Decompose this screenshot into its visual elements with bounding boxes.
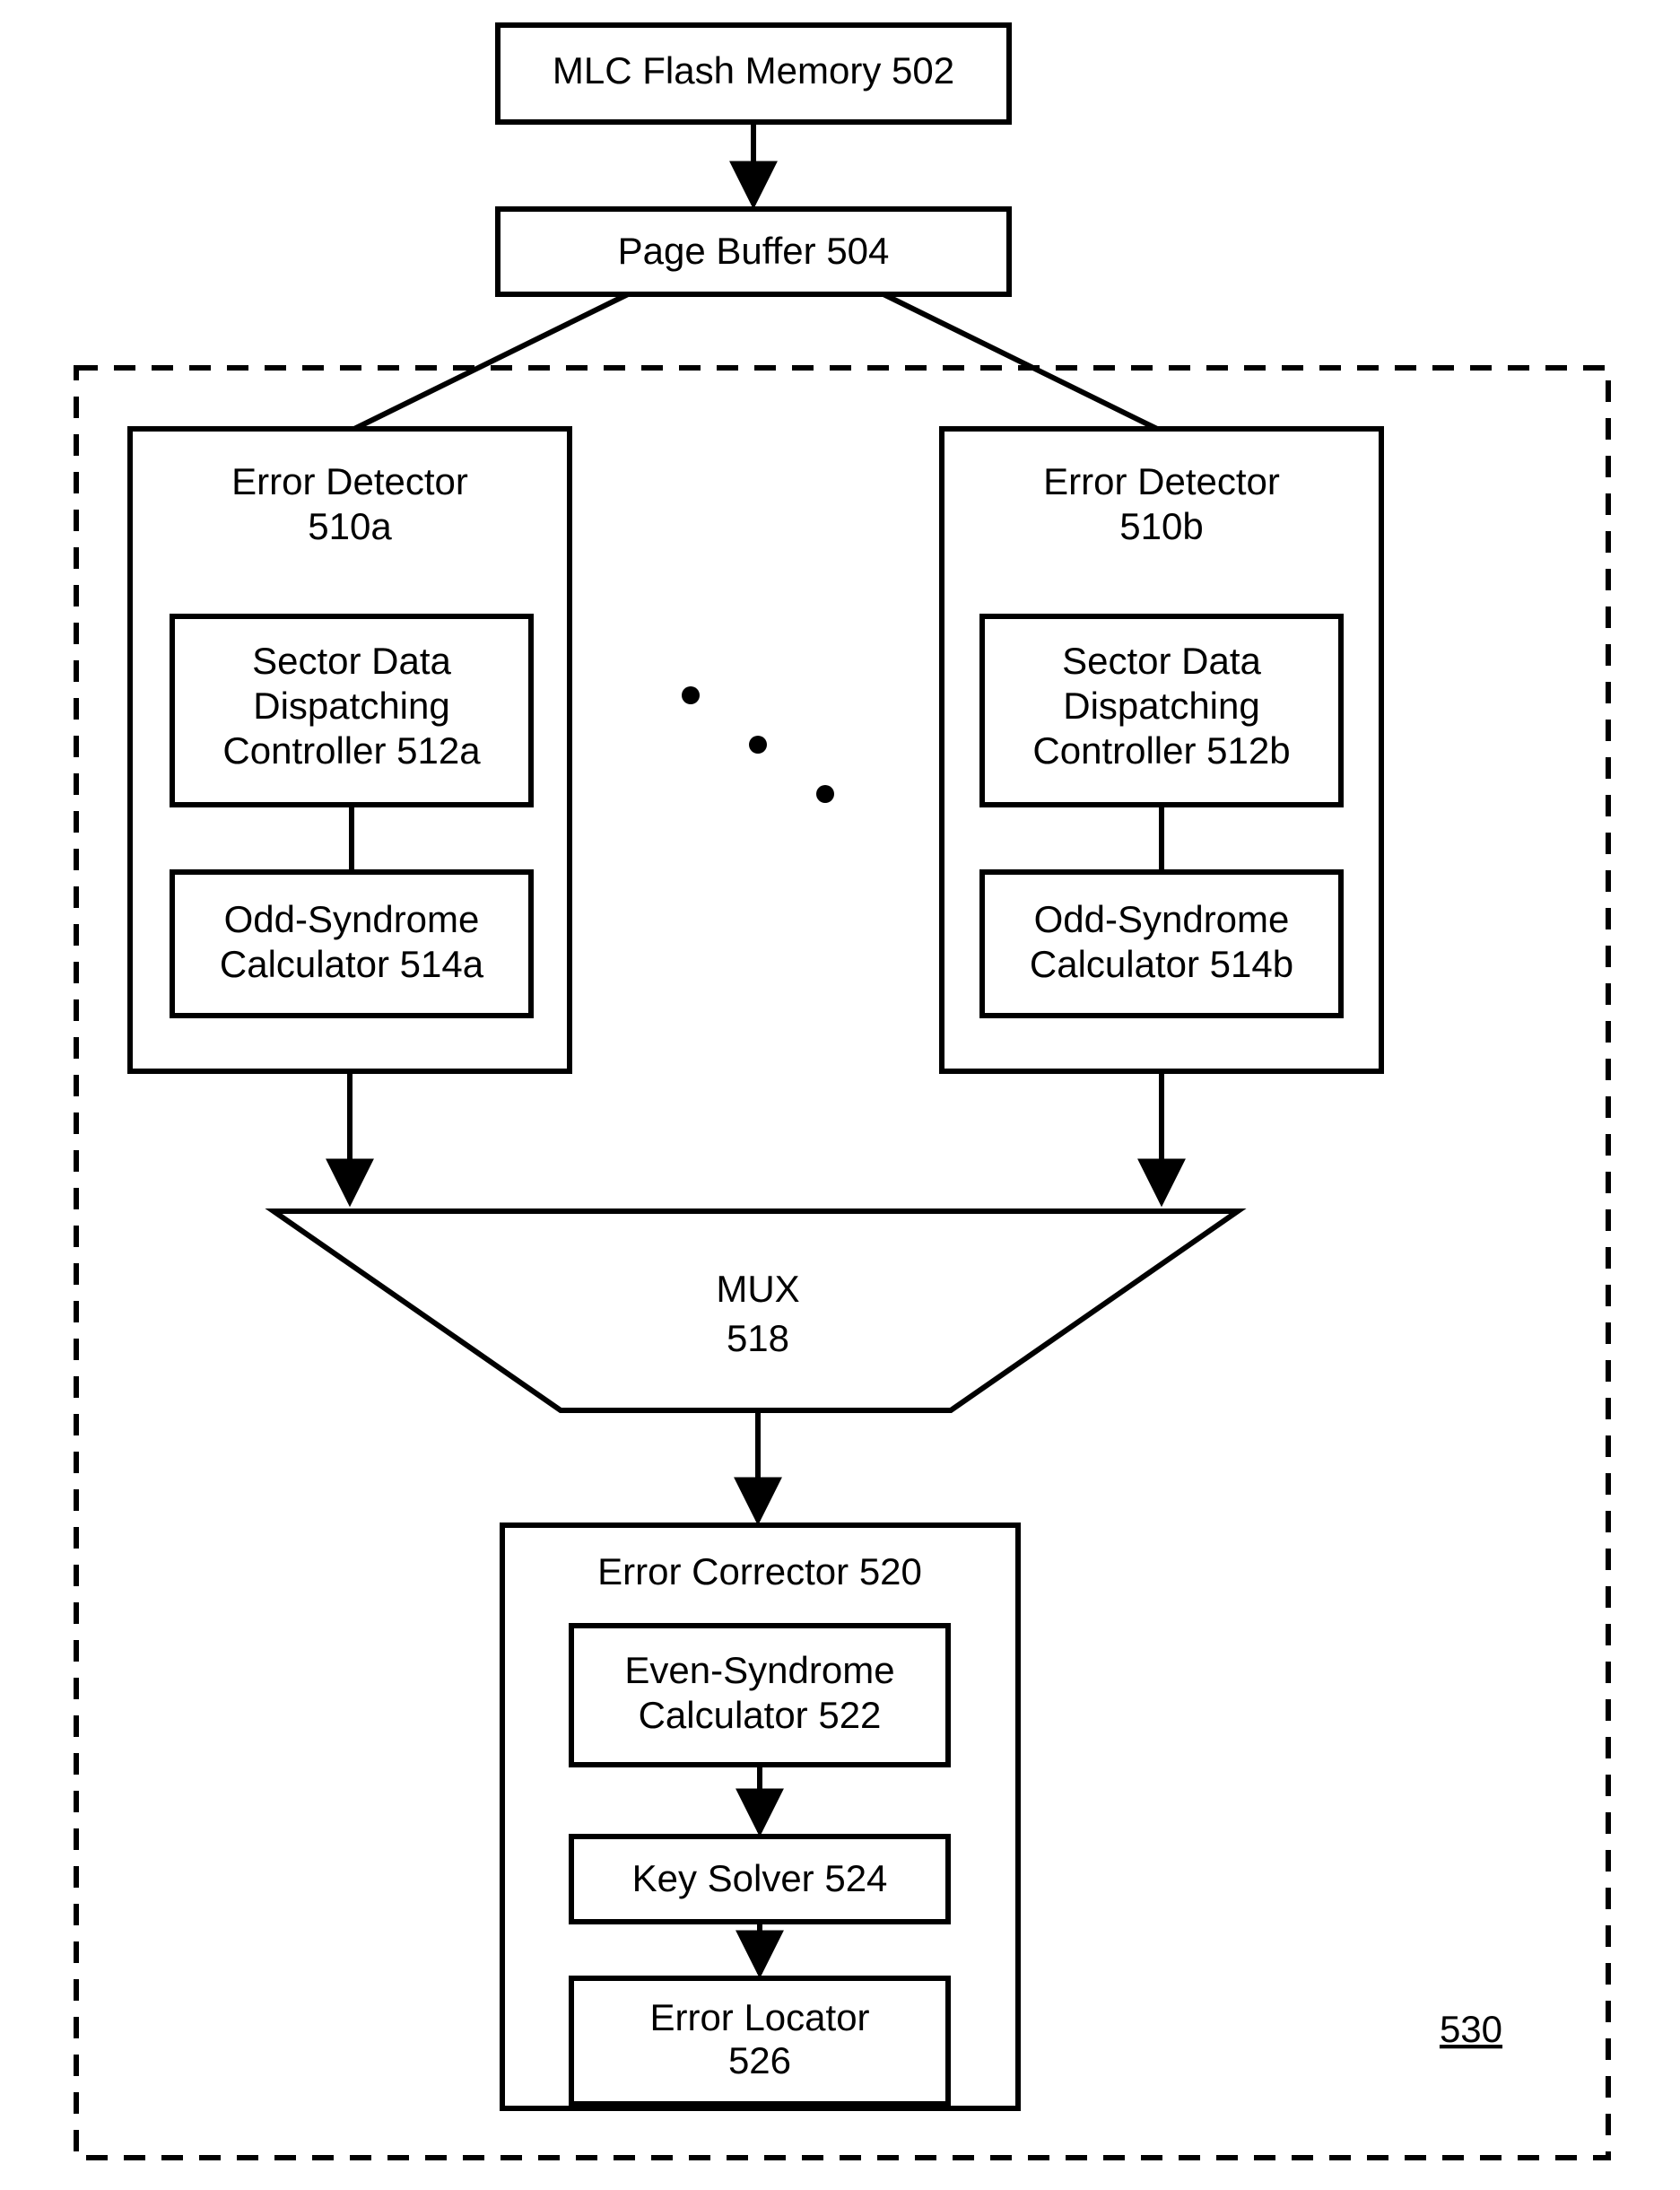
detector-b-syndrome-l1: Odd-Syndrome	[1034, 898, 1290, 940]
page-buffer-label: Page Buffer 504	[618, 230, 890, 272]
detector-a-syndrome-l2: Calculator 514a	[220, 943, 484, 985]
line-buffer-to-detector-b	[884, 294, 1157, 429]
detector-b-title-l2: 510b	[1119, 505, 1203, 547]
flowchart: MLC Flash Memory 502 Page Buffer 504 530…	[0, 0, 1680, 2190]
detector-b-dispatch-l3: Controller 512b	[1032, 729, 1290, 772]
even-syndrome-l2: Calculator 522	[639, 1694, 882, 1736]
detector-a-dispatch-l2: Dispatching	[253, 685, 449, 727]
module-530-label: 530	[1440, 2008, 1502, 2050]
error-corrector-title: Error Corrector 520	[597, 1550, 922, 1592]
even-syndrome-l1: Even-Syndrome	[624, 1649, 894, 1691]
detector-b-title-l1: Error Detector	[1043, 460, 1280, 502]
ellipsis-icon	[682, 686, 834, 803]
mux-label-l2: 518	[727, 1317, 789, 1359]
detector-a-title-l1: Error Detector	[231, 460, 468, 502]
error-locator-l1: Error Locator	[649, 1996, 869, 2038]
mux: MUX 518	[274, 1211, 1238, 1410]
detector-a-dispatch-l1: Sector Data	[252, 640, 451, 682]
error-detector-a: Error Detector 510a Sector Data Dispatch…	[130, 429, 570, 1071]
detector-b-dispatch-l1: Sector Data	[1062, 640, 1261, 682]
page-buffer-box: Page Buffer 504	[498, 209, 1009, 294]
detector-a-title-l2: 510a	[308, 505, 392, 547]
line-buffer-to-detector-a	[354, 294, 628, 429]
error-locator-l2: 526	[728, 2039, 791, 2081]
mlc-flash-memory-box: MLC Flash Memory 502	[498, 25, 1009, 122]
detector-a-dispatch-l3: Controller 512a	[222, 729, 481, 772]
detector-b-syndrome-l2: Calculator 514b	[1030, 943, 1293, 985]
error-corrector: Error Corrector 520 Even-Syndrome Calcul…	[502, 1525, 1018, 2108]
mux-label-l1: MUX	[716, 1268, 799, 1310]
detector-a-syndrome-l1: Odd-Syndrome	[224, 898, 480, 940]
detector-b-dispatch-l2: Dispatching	[1063, 685, 1259, 727]
mlc-flash-memory-label: MLC Flash Memory 502	[553, 49, 954, 92]
key-solver-label: Key Solver 524	[632, 1857, 888, 1899]
error-detector-b: Error Detector 510b Sector Data Dispatch…	[942, 429, 1381, 1071]
